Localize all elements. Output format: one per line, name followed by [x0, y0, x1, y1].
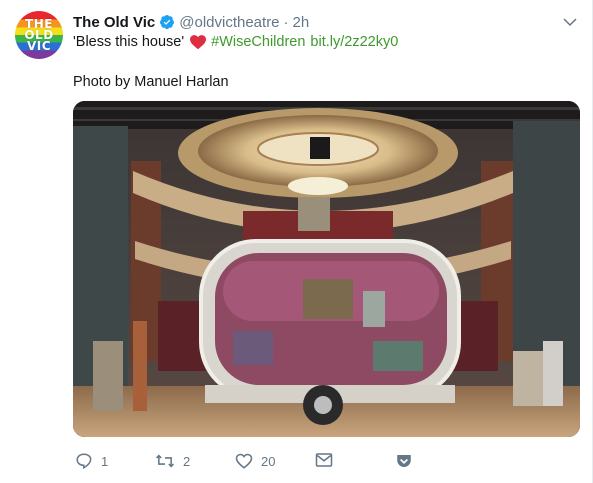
chevron-down-icon[interactable]: [561, 13, 579, 31]
account-handle[interactable]: @oldvictheatre: [179, 14, 279, 31]
tweet-photo[interactable]: [73, 101, 580, 437]
account-name[interactable]: The Old Vic: [73, 14, 155, 31]
retweet-icon: [155, 454, 175, 468]
pocket-save-action[interactable]: [395, 452, 413, 470]
red-heart-emoji-icon: [190, 35, 207, 50]
avatar[interactable]: THE OLD VIC: [15, 11, 63, 59]
like-action[interactable]: 20: [235, 452, 275, 470]
reply-action[interactable]: 1: [75, 452, 108, 470]
retweet-count: 2: [183, 453, 191, 469]
verified-badge-icon: [160, 15, 175, 30]
photo-credit: Photo by Manuel Harlan: [73, 74, 229, 90]
reply-count: 1: [101, 453, 109, 469]
retweet-action[interactable]: 2: [155, 452, 190, 470]
heart-outline-icon: [235, 453, 253, 469]
tweet-timestamp[interactable]: 2h: [293, 14, 310, 31]
hashtag-link[interactable]: #WiseChildren: [211, 32, 305, 52]
avatar-logo-line-3: VIC: [26, 38, 52, 53]
like-count: 20: [261, 453, 276, 469]
tweet-header: The Old Vic @oldvictheatre · 2h: [73, 12, 309, 32]
pocket-icon: [397, 455, 411, 467]
envelope-icon: [315, 453, 333, 467]
tweet-actions: 1 2 20: [73, 452, 553, 474]
tweet-text: 'Bless this house' #WiseChildren bit.ly/…: [73, 32, 398, 52]
tweet-card[interactable]: THE OLD VIC The Old Vic @oldvictheatre ·…: [0, 0, 593, 483]
reply-icon: [76, 453, 92, 470]
direct-message-action[interactable]: [315, 452, 333, 468]
tweet-quote: 'Bless this house': [73, 34, 185, 50]
separator-dot: ·: [283, 13, 289, 31]
url-link[interactable]: bit.ly/2z22ky0: [310, 32, 398, 52]
theatre-caravan-photo: [73, 101, 580, 437]
